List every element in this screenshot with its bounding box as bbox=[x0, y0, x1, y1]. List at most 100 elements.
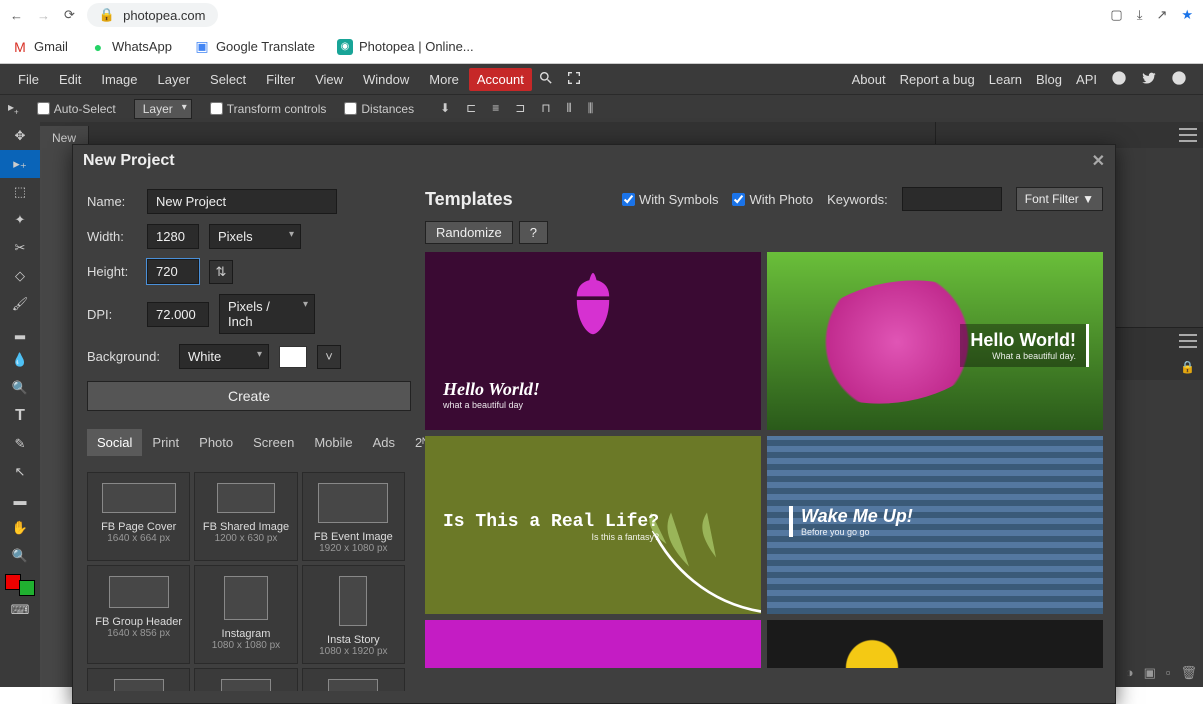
tab-social[interactable]: Social bbox=[87, 429, 142, 456]
preset-item[interactable] bbox=[194, 668, 297, 691]
tab-print[interactable]: Print bbox=[142, 429, 189, 456]
bookmark-gmail[interactable]: MGmail bbox=[12, 39, 68, 55]
dialog-title-bar[interactable]: New Project ✕ bbox=[73, 145, 1115, 177]
dpi-unit-select[interactable]: Pixels / Inch bbox=[219, 294, 315, 334]
template-card[interactable] bbox=[767, 620, 1103, 668]
tab-photo[interactable]: Photo bbox=[189, 429, 243, 456]
background-select[interactable]: White bbox=[179, 344, 269, 369]
reload-icon[interactable]: ⟳ bbox=[64, 7, 75, 23]
dodge-tool[interactable]: 🔍 bbox=[0, 374, 40, 402]
with-symbols-checkbox[interactable]: With Symbols bbox=[622, 192, 718, 207]
move-tool[interactable]: ✥ bbox=[0, 122, 40, 150]
eyedropper-tool[interactable]: ✎ bbox=[0, 430, 40, 458]
bookmark-gtranslate[interactable]: ▣Google Translate bbox=[194, 39, 315, 55]
template-card[interactable]: Wake Me Up!Before you go go bbox=[767, 436, 1103, 614]
create-button[interactable]: Create bbox=[87, 381, 411, 411]
address-bar[interactable]: 🔒 photopea.com bbox=[87, 3, 218, 27]
distances-checkbox[interactable]: Distances bbox=[344, 102, 414, 116]
menu-account[interactable]: Account bbox=[469, 68, 532, 91]
preset-item[interactable]: Insta Story 1080 x 1920 px bbox=[302, 565, 405, 664]
link-learn[interactable]: Learn bbox=[989, 72, 1022, 87]
link-about[interactable]: About bbox=[852, 72, 886, 87]
zoom-tool[interactable]: 🔍 bbox=[0, 542, 40, 570]
name-input[interactable] bbox=[147, 189, 337, 214]
folder-icon[interactable]: ▣ bbox=[1144, 665, 1156, 681]
link-blog[interactable]: Blog bbox=[1036, 72, 1062, 87]
close-icon[interactable]: ✕ bbox=[1092, 151, 1105, 171]
tab-mobile[interactable]: Mobile bbox=[304, 429, 362, 456]
clipboard-icon[interactable]: ▢ bbox=[1110, 7, 1122, 23]
link-api[interactable]: API bbox=[1076, 72, 1097, 87]
dpi-input[interactable] bbox=[147, 302, 209, 327]
bookmark-whatsapp[interactable]: ●WhatsApp bbox=[90, 39, 172, 55]
forward-icon[interactable]: → bbox=[37, 8, 50, 23]
randomize-button[interactable]: Randomize bbox=[425, 221, 513, 244]
template-card[interactable]: Is This a Real Life?Is this a fantasy? bbox=[425, 436, 761, 614]
crop-tool[interactable]: ✂ bbox=[0, 234, 40, 262]
menu-view[interactable]: View bbox=[305, 68, 353, 91]
align-left-icon[interactable]: ⊏ bbox=[466, 101, 476, 116]
auto-select-scope[interactable]: Layer bbox=[134, 99, 192, 119]
hand-tool[interactable]: ✋ bbox=[0, 514, 40, 542]
swap-dimensions-button[interactable]: ⇅ bbox=[209, 260, 233, 284]
with-photo-checkbox[interactable]: With Photo bbox=[732, 192, 813, 207]
new-layer-icon[interactable]: ▫ bbox=[1166, 665, 1171, 681]
distribute-icon[interactable]: ⫴ bbox=[567, 101, 572, 116]
width-input[interactable] bbox=[147, 224, 199, 249]
shape-tool[interactable]: ▬ bbox=[0, 486, 40, 514]
preset-item[interactable] bbox=[87, 668, 190, 691]
preset-item[interactable]: FB Group Header 1640 x 856 px bbox=[87, 565, 190, 664]
keywords-input[interactable] bbox=[902, 187, 1002, 211]
preset-item[interactable]: FB Page Cover 1640 x 664 px bbox=[87, 472, 190, 561]
distribute2-icon[interactable]: ⫼ bbox=[588, 101, 594, 116]
align-center-h-icon[interactable]: ≡ bbox=[492, 101, 499, 116]
color-swatch[interactable] bbox=[5, 574, 35, 596]
back-icon[interactable]: ← bbox=[10, 8, 23, 23]
path-tool[interactable]: ↖ bbox=[0, 458, 40, 486]
facebook-icon[interactable] bbox=[1171, 70, 1187, 89]
help-button[interactable]: ? bbox=[519, 221, 548, 244]
preset-item[interactable]: FB Event Image 1920 x 1080 px bbox=[302, 472, 405, 561]
tab-screen[interactable]: Screen bbox=[243, 429, 304, 456]
preset-item[interactable]: FB Shared Image 1200 x 630 px bbox=[194, 472, 297, 561]
template-card[interactable]: Hello World!What a beautiful day. bbox=[767, 252, 1103, 430]
template-card[interactable]: Hello World!what a beautiful day bbox=[425, 252, 761, 430]
keyboard-icon[interactable]: ⌨ bbox=[0, 596, 40, 624]
panel-menu-icon-2[interactable] bbox=[1179, 334, 1197, 348]
blur-tool[interactable]: 💧 bbox=[0, 346, 40, 374]
menu-filter[interactable]: Filter bbox=[256, 68, 305, 91]
reddit-icon[interactable] bbox=[1111, 70, 1127, 89]
menu-image[interactable]: Image bbox=[91, 68, 147, 91]
panel-menu-icon[interactable] bbox=[1179, 128, 1197, 142]
star-icon[interactable]: ★ bbox=[1181, 7, 1193, 23]
menu-edit[interactable]: Edit bbox=[49, 68, 91, 91]
share-icon[interactable]: ↗ bbox=[1156, 7, 1167, 23]
wand-tool[interactable]: ✦ bbox=[0, 206, 40, 234]
eraser-tool[interactable]: ◇ bbox=[0, 262, 40, 290]
background-swatch[interactable] bbox=[279, 346, 307, 368]
font-filter-button[interactable]: Font Filter ▼ bbox=[1016, 187, 1103, 211]
transform-controls-checkbox[interactable]: Transform controls bbox=[210, 102, 327, 116]
menu-window[interactable]: Window bbox=[353, 68, 419, 91]
brush-tool[interactable]: 🖌 bbox=[0, 290, 40, 318]
template-card[interactable] bbox=[425, 620, 761, 668]
menu-layer[interactable]: Layer bbox=[148, 68, 201, 91]
menu-select[interactable]: Select bbox=[200, 68, 256, 91]
bookmark-photopea[interactable]: ◉Photopea | Online... bbox=[337, 39, 474, 55]
align-right-icon[interactable]: ⊐ bbox=[515, 101, 525, 116]
artboard-tool[interactable]: ▸₊ bbox=[0, 150, 40, 178]
link-report[interactable]: Report a bug bbox=[900, 72, 975, 87]
search-icon[interactable] bbox=[538, 70, 554, 89]
background-picker-button[interactable]: ˅ bbox=[317, 345, 341, 369]
type-tool[interactable]: T bbox=[0, 402, 40, 430]
fullscreen-icon[interactable] bbox=[566, 70, 582, 89]
marquee-tool[interactable]: ⬚ bbox=[0, 178, 40, 206]
install-icon[interactable]: ⤓ bbox=[1137, 7, 1143, 23]
delete-icon[interactable]: 🗑 bbox=[1180, 665, 1197, 681]
adjust-icon[interactable]: ◑ bbox=[1126, 665, 1134, 681]
width-unit-select[interactable]: Pixels bbox=[209, 224, 301, 249]
preset-item[interactable] bbox=[302, 668, 405, 691]
twitter-icon[interactable] bbox=[1141, 70, 1157, 89]
align-icon[interactable]: ⬇ bbox=[440, 101, 450, 116]
auto-select-checkbox[interactable]: Auto-Select bbox=[37, 102, 116, 116]
